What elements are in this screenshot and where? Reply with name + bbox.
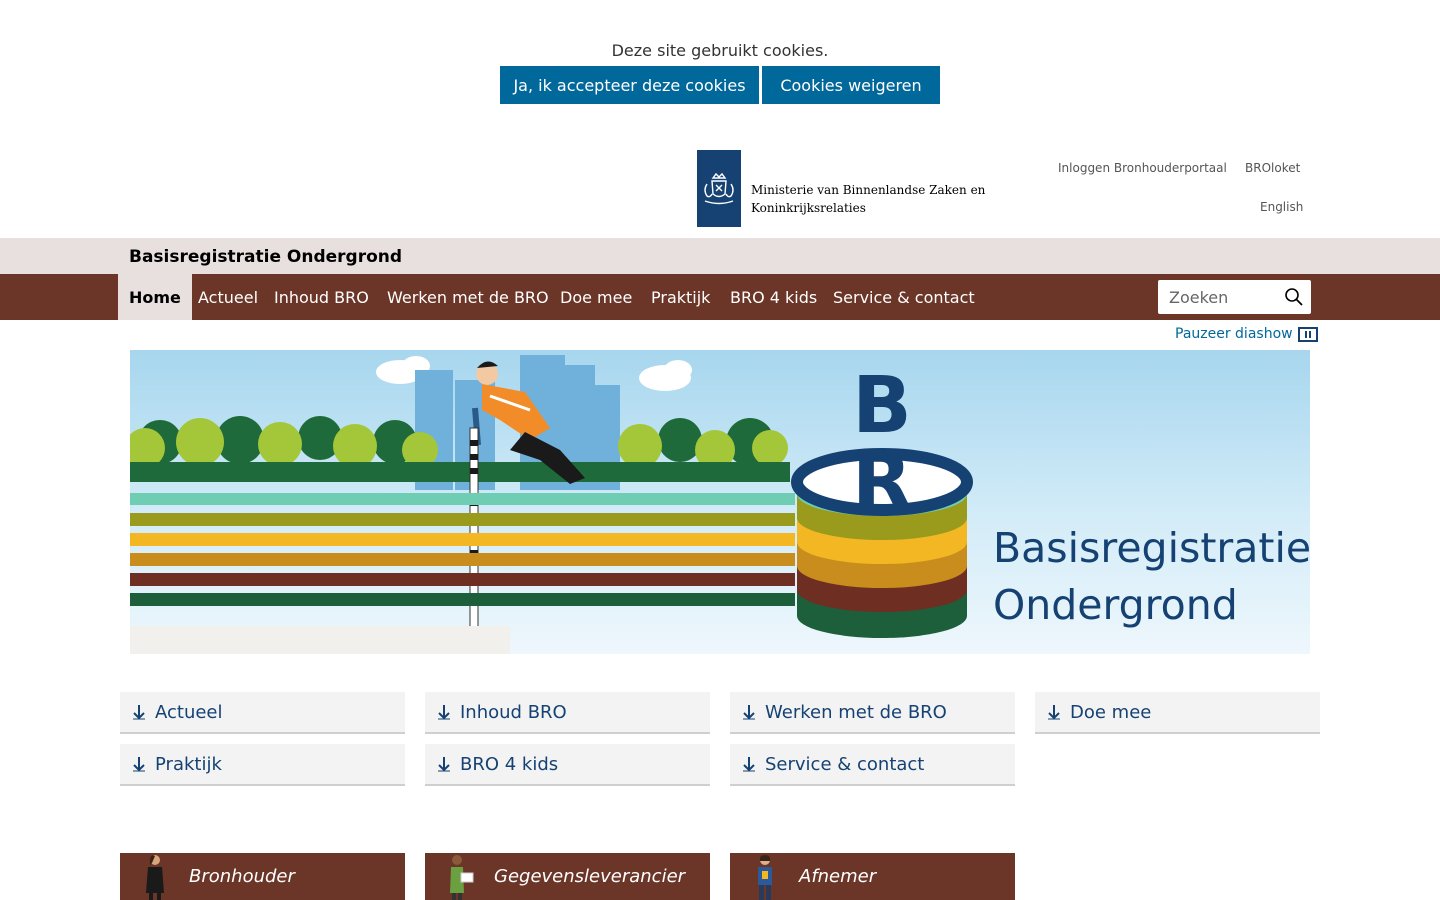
quick-link-inhoud-bro[interactable]: Inhoud BRO [425,692,710,734]
arrow-down-icon [732,756,765,772]
hero-caption-line1: Basisregistratie [993,524,1312,572]
bro-logo-letter-r: R [852,437,912,527]
site-title[interactable]: Basisregistratie Ondergrond [129,247,402,267]
nav-item-doe-mee[interactable]: Doe mee [549,274,643,320]
nav-item-praktijk[interactable]: Praktijk [640,274,721,320]
quick-link-label: Service & contact [765,753,925,775]
quick-link-bro-4-kids[interactable]: BRO 4 kids [425,744,710,786]
role-label: Bronhouder [189,866,295,887]
hero-caption-line2: Ondergrond [993,581,1238,629]
rijkswapen-icon [697,150,741,227]
arrow-down-icon [122,756,155,772]
quick-link-doe-mee[interactable]: Doe mee [1035,692,1320,734]
hero-caption: Basisregistratie Ondergrond [993,520,1311,634]
quick-link-praktijk[interactable]: Praktijk [120,744,405,786]
arrow-down-icon [732,704,765,720]
role-tile-bronhouder[interactable]: Bronhouder [120,853,405,900]
pause-icon [1297,326,1318,342]
quick-link-label: Inhoud BRO [460,701,567,723]
decline-cookies-button[interactable]: Cookies weigeren [762,66,940,104]
role-label: Afnemer [799,866,877,887]
nav-item-werken-met-de-bro[interactable]: Werken met de BRO [376,274,560,320]
search-icon [1285,288,1303,306]
broloket-link[interactable]: BROloket [1245,161,1300,175]
nav-item-bro-4-kids[interactable]: BRO 4 kids [719,274,828,320]
nav-item-actueel[interactable]: Actueel [187,274,269,320]
ministry-name-line1: Ministerie van Binnenlandse Zaken en [751,183,986,197]
login-bronhouderportaal-link[interactable]: Inloggen Bronhouderportaal [1058,161,1227,175]
quick-link-actueel[interactable]: Actueel [120,692,405,734]
quick-link-label: Praktijk [155,753,222,775]
quick-link-label: BRO 4 kids [460,753,559,775]
role-label: Gegevensleverancier [494,866,686,887]
nav-item-service-contact[interactable]: Service & contact [822,274,986,320]
search-box [1158,280,1311,314]
nav-item-inhoud-bro[interactable]: Inhoud BRO [263,274,380,320]
pause-slideshow-label: Pauzeer diashow [1175,326,1293,342]
search-input[interactable] [1169,281,1287,313]
search-button[interactable] [1281,284,1307,310]
pause-slideshow-button[interactable]: Pauzeer diashow [1175,326,1318,342]
cookie-bar: Deze site gebruikt cookies. Ja, ik accep… [0,0,1440,125]
nav-item-home[interactable]: Home [118,274,192,320]
ministry-name-line2: Koninkrijksrelaties [751,201,866,215]
quick-link-label: Werken met de BRO [765,701,947,723]
arrow-down-icon [427,756,460,772]
quick-link-werken-met-de-bro[interactable]: Werken met de BRO [730,692,1015,734]
quick-link-label: Doe mee [1070,701,1152,723]
person-icon [425,853,494,900]
quick-link-service-contact[interactable]: Service & contact [730,744,1015,786]
arrow-down-icon [1037,704,1070,720]
quick-link-label: Actueel [155,701,223,723]
role-tile-afnemer[interactable]: Afnemer [730,853,1015,900]
arrow-down-icon [122,704,155,720]
person-icon [120,853,189,900]
accept-cookies-button[interactable]: Ja, ik accepteer deze cookies [500,66,759,104]
role-tile-gegevensleverancier[interactable]: Gegevensleverancier [425,853,710,900]
arrow-down-icon [427,704,460,720]
ministry-name: Ministerie van Binnenlandse Zaken en Kon… [751,181,985,217]
person-icon [730,853,799,900]
cookie-message: Deze site gebruikt cookies. [611,41,829,60]
english-link[interactable]: English [1260,200,1303,214]
ministry-logo[interactable]: Ministerie van Binnenlandse Zaken en Kon… [697,150,985,227]
